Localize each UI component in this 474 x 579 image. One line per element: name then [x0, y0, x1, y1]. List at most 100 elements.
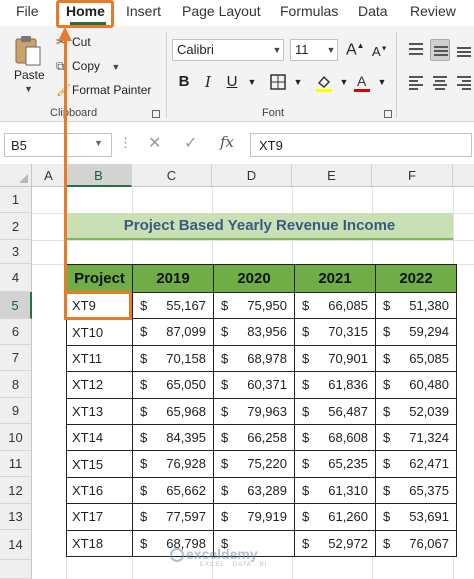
bottom-align-icon[interactable] — [454, 39, 474, 61]
align-left-icon[interactable] — [406, 71, 426, 93]
revenue-cell[interactable]: $65,050 — [132, 371, 214, 399]
clipboard-launcher-icon[interactable] — [152, 110, 160, 118]
revenue-cell[interactable]: $62,471 — [375, 450, 457, 478]
name-box-dropdown-icon[interactable]: ▼ — [94, 138, 103, 148]
revenue-cell[interactable]: $70,901 — [294, 344, 376, 373]
revenue-cell[interactable]: $77,597 — [132, 503, 214, 531]
copy-dropdown-icon[interactable]: ▼ — [111, 62, 120, 72]
project-cell[interactable]: XT14 — [66, 423, 133, 452]
revenue-cell[interactable]: $68,608 — [294, 423, 376, 452]
revenue-cell[interactable]: $63,289 — [213, 476, 295, 505]
paste-dropdown-icon[interactable]: ▼ — [24, 84, 33, 94]
revenue-cell[interactable]: $83,956 — [213, 318, 295, 346]
revenue-cell[interactable]: $65,375 — [375, 476, 457, 505]
row-header-6[interactable]: 6 — [0, 319, 32, 345]
header-2019[interactable]: 2019 — [132, 264, 214, 293]
header-project[interactable]: Project — [66, 264, 133, 293]
revenue-cell[interactable]: $55,167 — [132, 291, 214, 320]
revenue-cell[interactable]: $66,085 — [294, 291, 376, 320]
column-header-f[interactable]: F — [372, 164, 453, 187]
project-cell[interactable]: XT11 — [66, 344, 133, 373]
revenue-cell[interactable]: $70,315 — [294, 318, 376, 346]
revenue-cell[interactable]: $79,963 — [213, 397, 295, 425]
underline-button[interactable]: U — [222, 71, 242, 93]
row-header-14[interactable]: 14 — [0, 530, 32, 560]
column-header-b[interactable]: B — [66, 164, 132, 187]
header-2022[interactable]: 2022 — [375, 264, 457, 293]
tab-page-layout[interactable]: Page Layout — [182, 3, 261, 19]
project-cell[interactable]: XT10 — [66, 318, 133, 346]
project-cell[interactable]: XT18 — [66, 529, 133, 557]
sheet-title[interactable]: Project Based Yearly Revenue Income — [66, 213, 453, 240]
revenue-cell[interactable]: $51,380 — [375, 291, 457, 320]
tab-insert[interactable]: Insert — [126, 3, 161, 19]
row-header-8[interactable]: 8 — [0, 371, 32, 398]
revenue-cell[interactable]: $52,972 — [294, 529, 376, 557]
tab-data[interactable]: Data — [358, 3, 388, 19]
revenue-cell[interactable]: $59,294 — [375, 318, 457, 346]
borders-icon[interactable] — [268, 71, 288, 93]
row-header-3[interactable]: 3 — [0, 240, 32, 264]
revenue-cell[interactable]: $53,691 — [375, 503, 457, 531]
revenue-cell[interactable]: $61,836 — [294, 371, 376, 399]
revenue-cell[interactable]: $84,395 — [132, 423, 214, 452]
underline-dropdown-icon[interactable]: ▼ — [242, 71, 262, 93]
revenue-cell[interactable]: $66,258 — [213, 423, 295, 452]
formula-input[interactable]: XT9 — [250, 133, 472, 157]
select-all-corner[interactable] — [0, 164, 32, 187]
paste-icon[interactable] — [14, 35, 42, 67]
fill-color-icon[interactable] — [314, 71, 334, 93]
row-header-7[interactable]: 7 — [0, 345, 32, 371]
borders-dropdown-icon[interactable]: ▼ — [288, 71, 308, 93]
font-color-dropdown-icon[interactable]: ▼ — [372, 71, 392, 93]
revenue-cell[interactable]: $70,158 — [132, 344, 214, 373]
column-header-g[interactable] — [453, 164, 474, 187]
revenue-cell[interactable]: $75,220 — [213, 450, 295, 478]
revenue-cell[interactable]: $87,099 — [132, 318, 214, 346]
paste-button[interactable]: Paste — [14, 68, 45, 82]
middle-align-icon[interactable] — [430, 39, 450, 61]
font-color-icon[interactable]: A — [352, 71, 372, 93]
insert-function-icon[interactable]: fx — [220, 133, 234, 151]
column-header-d[interactable]: D — [212, 164, 292, 187]
format-painter-button[interactable]: 🖌Format Painter — [56, 83, 151, 97]
row-header-10[interactable]: 10 — [0, 424, 32, 451]
revenue-cell[interactable]: $61,260 — [294, 503, 376, 531]
row-header-12[interactable]: 12 — [0, 477, 32, 504]
increase-font-icon[interactable]: A▲ — [346, 41, 365, 59]
cancel-icon[interactable]: ✕ — [148, 133, 161, 153]
revenue-cell[interactable]: $79,919 — [213, 503, 295, 531]
revenue-cell[interactable]: $76,067 — [375, 529, 457, 557]
header-2020[interactable]: 2020 — [213, 264, 295, 293]
top-align-icon[interactable] — [406, 39, 426, 61]
bold-button[interactable]: B — [174, 71, 194, 93]
revenue-cell[interactable]: $75,950 — [213, 291, 295, 320]
tab-review[interactable]: Review — [410, 3, 456, 19]
decrease-font-icon[interactable]: A▼ — [372, 44, 388, 59]
revenue-cell[interactable]: $65,968 — [132, 397, 214, 425]
font-name-box[interactable]: Calibri — [172, 39, 284, 61]
row-header-11[interactable]: 11 — [0, 451, 32, 477]
tab-formulas[interactable]: Formulas — [280, 3, 338, 19]
revenue-cell[interactable]: $76,928 — [132, 450, 214, 478]
enter-check-icon[interactable]: ✓ — [184, 133, 197, 153]
project-cell[interactable]: XT15 — [66, 450, 133, 478]
align-right-icon[interactable] — [454, 71, 474, 93]
fill-color-dropdown-icon[interactable]: ▼ — [334, 71, 354, 93]
row-header-15[interactable] — [0, 560, 32, 579]
project-cell[interactable]: XT16 — [66, 476, 133, 505]
font-launcher-icon[interactable] — [384, 110, 392, 118]
column-header-e[interactable]: E — [292, 164, 372, 187]
project-cell[interactable]: XT13 — [66, 397, 133, 425]
row-header-5[interactable]: 5 — [0, 292, 32, 319]
row-header-9[interactable]: 9 — [0, 398, 32, 424]
revenue-cell[interactable]: $68,978 — [213, 344, 295, 373]
revenue-cell[interactable]: $61,310 — [294, 476, 376, 505]
column-header-a[interactable]: A — [32, 164, 66, 187]
font-name-dropdown-icon[interactable]: ▼ — [270, 39, 284, 61]
tab-file[interactable]: File — [16, 3, 39, 19]
row-header-1[interactable]: 1 — [0, 187, 32, 213]
revenue-cell[interactable]: $65,085 — [375, 344, 457, 373]
row-header-13[interactable]: 13 — [0, 504, 32, 530]
revenue-cell[interactable]: $71,324 — [375, 423, 457, 452]
